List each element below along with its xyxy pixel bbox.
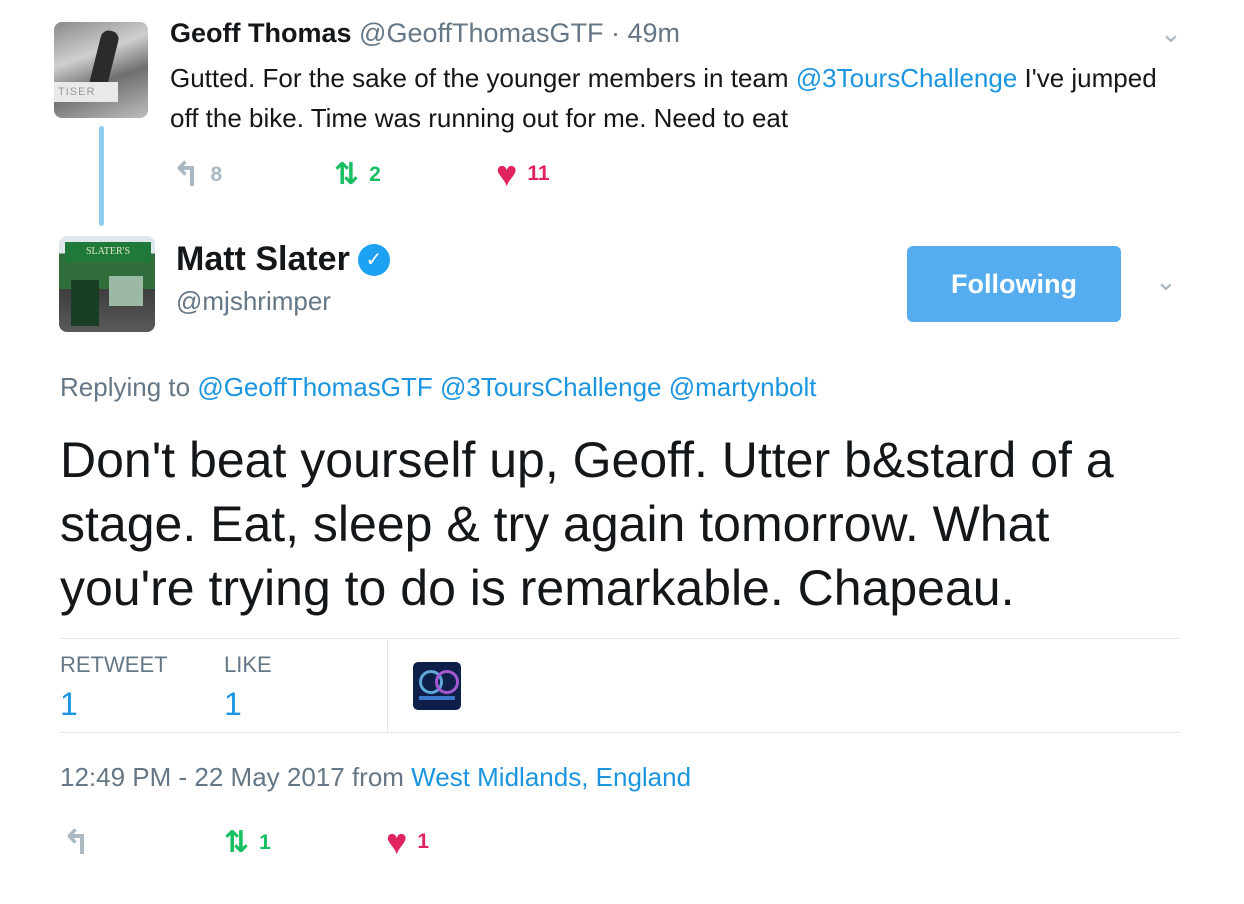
parent-reply-action[interactable]: ↰ 8 [172, 158, 222, 192]
main-author-handle[interactable]: @mjshrimper [176, 286, 331, 317]
timestamp-text[interactable]: 12:49 PM - 22 May 2017 from [60, 762, 411, 792]
replying-to-line: Replying to @GeoffThomasGTF @3ToursChall… [60, 372, 817, 403]
divider [60, 638, 1180, 639]
chevron-down-icon[interactable]: ⌄ [1155, 266, 1177, 297]
avatar-shape [419, 696, 455, 700]
like-stat-count: 1 [224, 686, 242, 722]
verified-badge-icon: ✓ [357, 243, 390, 276]
divider [60, 732, 1180, 733]
like-count: 1 [417, 830, 430, 853]
parent-retweet-action[interactable]: ⇅ 2 [334, 160, 381, 190]
retweet-stat-label: RETWEET [60, 652, 168, 677]
main-like-action[interactable]: ♥ 1 [386, 824, 429, 860]
heart-icon: ♥ [386, 821, 408, 862]
following-button[interactable]: Following [907, 246, 1121, 322]
parent-tweet-header: Geoff Thomas @GeoffThomasGTF · 49m [170, 18, 680, 49]
reply-count: 8 [210, 163, 223, 186]
chevron-down-icon[interactable]: ⌄ [1160, 18, 1182, 49]
header-dot: · [603, 18, 628, 48]
heart-icon: ♥ [496, 153, 518, 194]
parent-tweet-time[interactable]: 49m [628, 18, 681, 48]
replying-prefix: Replying to [60, 372, 198, 402]
retweet-count: 1 [259, 831, 271, 854]
retweet-icon: ⇅ [334, 158, 360, 191]
avatar-sign-text: SLATER'S [65, 242, 151, 262]
reply-mention-link[interactable]: @martynbolt [669, 372, 817, 402]
retweet-stat[interactable]: RETWEET 1 [60, 652, 168, 723]
reply-icon: ↰ [62, 824, 91, 862]
parent-like-action[interactable]: ♥ 11 [496, 156, 550, 192]
avatar-shape [435, 670, 459, 694]
reply-icon: ↰ [172, 156, 201, 194]
parent-author-name[interactable]: Geoff Thomas [170, 18, 352, 48]
retweet-icon: ⇅ [224, 826, 250, 859]
parent-text-start: Gutted. For the sake of the younger memb… [170, 63, 796, 93]
matt-slater-avatar[interactable]: SLATER'S [59, 236, 155, 332]
like-stat[interactable]: LIKE 1 [224, 652, 272, 723]
avatar-door [71, 280, 99, 326]
retweet-stat-count: 1 [60, 686, 78, 722]
avatar-sign-text: TISER [54, 82, 118, 102]
main-author-row: Matt Slater ✓ [176, 240, 390, 279]
mention-link[interactable]: @3ToursChallenge [796, 63, 1018, 93]
parent-author-handle[interactable]: @GeoffThomasGTF [359, 18, 603, 48]
tweet-timestamp: 12:49 PM - 22 May 2017 from West Midland… [60, 762, 691, 793]
main-author-name[interactable]: Matt Slater [176, 240, 350, 279]
main-retweet-action[interactable]: ⇅ 1 [224, 828, 271, 858]
reply-mention-link[interactable]: @3ToursChallenge [440, 372, 662, 402]
like-count: 11 [527, 162, 550, 185]
retweet-count: 2 [369, 163, 381, 186]
reply-mention-link[interactable]: @GeoffThomasGTF [197, 372, 432, 402]
location-link[interactable]: West Midlands, England [411, 762, 691, 792]
main-tweet-text: Don't beat yourself up, Geoff. Utter b&s… [60, 432, 1114, 616]
liker-avatar[interactable] [413, 662, 461, 710]
stats-separator [387, 640, 388, 732]
avatar-window [109, 276, 143, 306]
like-stat-label: LIKE [224, 652, 272, 677]
main-reply-action[interactable]: ↰ [62, 826, 91, 860]
parent-tweet-text: Gutted. For the sake of the younger memb… [170, 58, 1160, 138]
geoff-thomas-avatar[interactable]: TISER [54, 22, 148, 118]
thread-connector-line [99, 126, 104, 226]
